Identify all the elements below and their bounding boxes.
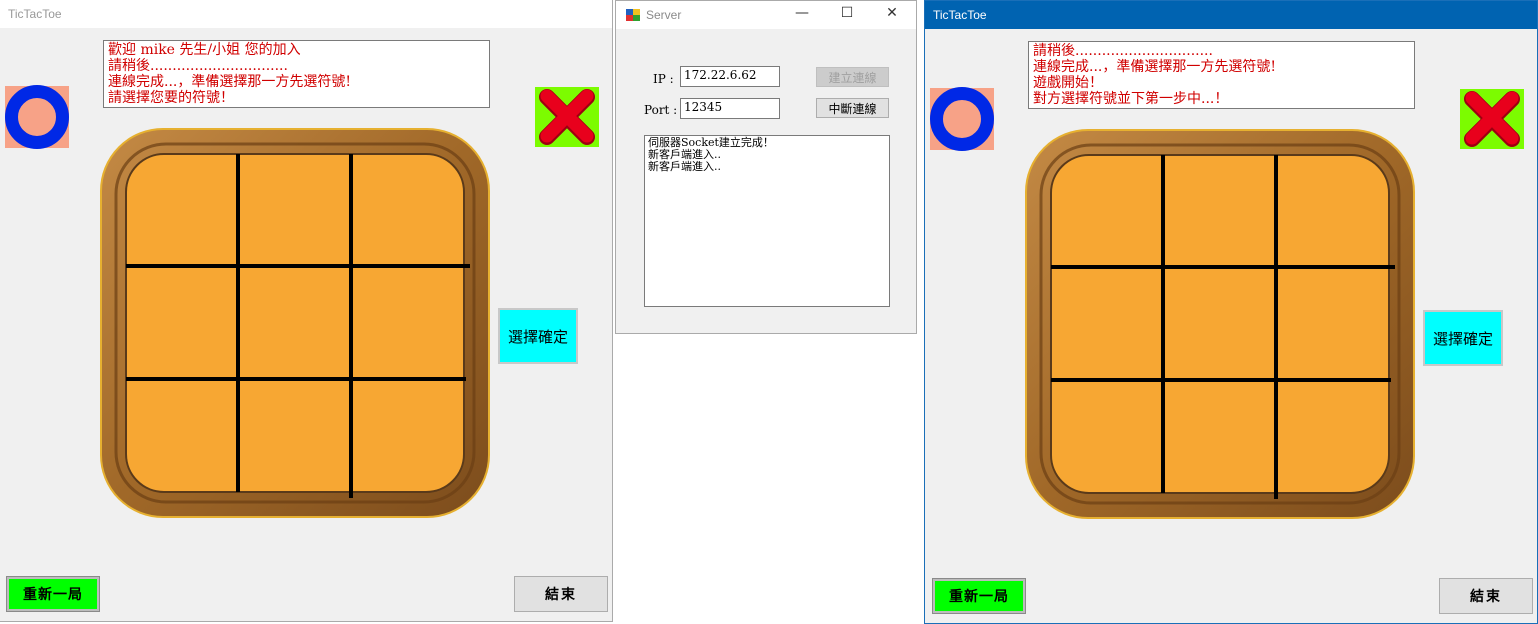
port-label: Port : bbox=[644, 103, 678, 117]
title-bar[interactable]: Server — ☐ ✕ bbox=[616, 1, 916, 29]
log-line: 新客戶端進入.. bbox=[648, 160, 721, 173]
x-cross-icon bbox=[1460, 89, 1524, 149]
x-symbol-button[interactable] bbox=[1460, 89, 1524, 149]
connect-button[interactable]: 建立連線 bbox=[816, 67, 889, 87]
minimize-icon[interactable]: — bbox=[788, 5, 816, 25]
restart-button[interactable]: 重新一局 bbox=[6, 576, 100, 612]
maximize-icon[interactable]: ☐ bbox=[833, 5, 861, 25]
disconnect-button[interactable]: 中斷連線 bbox=[816, 98, 889, 118]
end-button[interactable]: 結束 bbox=[1439, 578, 1533, 614]
restart-button[interactable]: 重新一局 bbox=[932, 578, 1026, 614]
message-line: 連線完成...，準備選擇那一方先選符號! bbox=[108, 74, 351, 90]
close-icon[interactable]: ✕ bbox=[878, 5, 906, 25]
app-icon bbox=[626, 9, 640, 21]
server-window: Server — ☐ ✕ IP : 172.22.6.62 建立連線 Port … bbox=[615, 0, 917, 334]
tictactoe-window-right: TicTacToe 請稍後...........................… bbox=[924, 0, 1538, 624]
o-symbol-button[interactable] bbox=[5, 85, 69, 149]
message-line: 請稍後............................... bbox=[1033, 43, 1213, 59]
confirm-selection-button[interactable]: 選擇確定 bbox=[1423, 310, 1503, 366]
message-line: 請稍後............................... bbox=[108, 58, 288, 74]
o-ring-icon bbox=[930, 87, 994, 151]
x-symbol-button[interactable] bbox=[535, 87, 599, 147]
tictactoe-window-left: TicTacToe 歡迎 mike 先生/小姐 您的加入 請稍後........… bbox=[0, 0, 613, 622]
message-line: 遊戲開始！ bbox=[1033, 75, 1103, 91]
ip-label: IP : bbox=[653, 72, 674, 86]
o-ring-icon bbox=[5, 85, 69, 149]
message-box[interactable]: 歡迎 mike 先生/小姐 您的加入 請稍後..................… bbox=[103, 40, 490, 108]
x-cross-icon bbox=[535, 87, 599, 147]
message-line: 對方選擇符號並下第一步中...！ bbox=[1033, 91, 1229, 107]
message-line: 連線完成...，準備選擇那一方先選符號! bbox=[1033, 59, 1276, 75]
o-symbol-button[interactable] bbox=[930, 87, 994, 151]
ip-field[interactable]: 172.22.6.62 bbox=[680, 66, 780, 87]
title-bar[interactable]: TicTacToe bbox=[0, 0, 612, 28]
game-board[interactable] bbox=[1025, 129, 1415, 519]
board-grid bbox=[1026, 130, 1414, 518]
confirm-selection-button[interactable]: 選擇確定 bbox=[498, 308, 578, 364]
window-title: TicTacToe bbox=[8, 7, 62, 21]
message-line: 請選擇您要的符號！ bbox=[108, 90, 234, 106]
title-bar[interactable]: TicTacToe bbox=[925, 1, 1537, 29]
message-box[interactable]: 請稍後............................... 連線完成.… bbox=[1028, 41, 1415, 109]
port-field[interactable]: 12345 bbox=[680, 98, 780, 119]
board-grid bbox=[101, 129, 489, 517]
window-title: Server bbox=[646, 8, 682, 22]
window-title: TicTacToe bbox=[933, 8, 987, 22]
end-button[interactable]: 結束 bbox=[514, 576, 608, 612]
message-line: 歡迎 mike 先生/小姐 您的加入 bbox=[108, 42, 301, 58]
game-board[interactable] bbox=[100, 128, 490, 518]
server-log[interactable]: 伺服器Socket建立完成！ 新客戶端進入.. 新客戶端進入.. bbox=[644, 135, 890, 307]
